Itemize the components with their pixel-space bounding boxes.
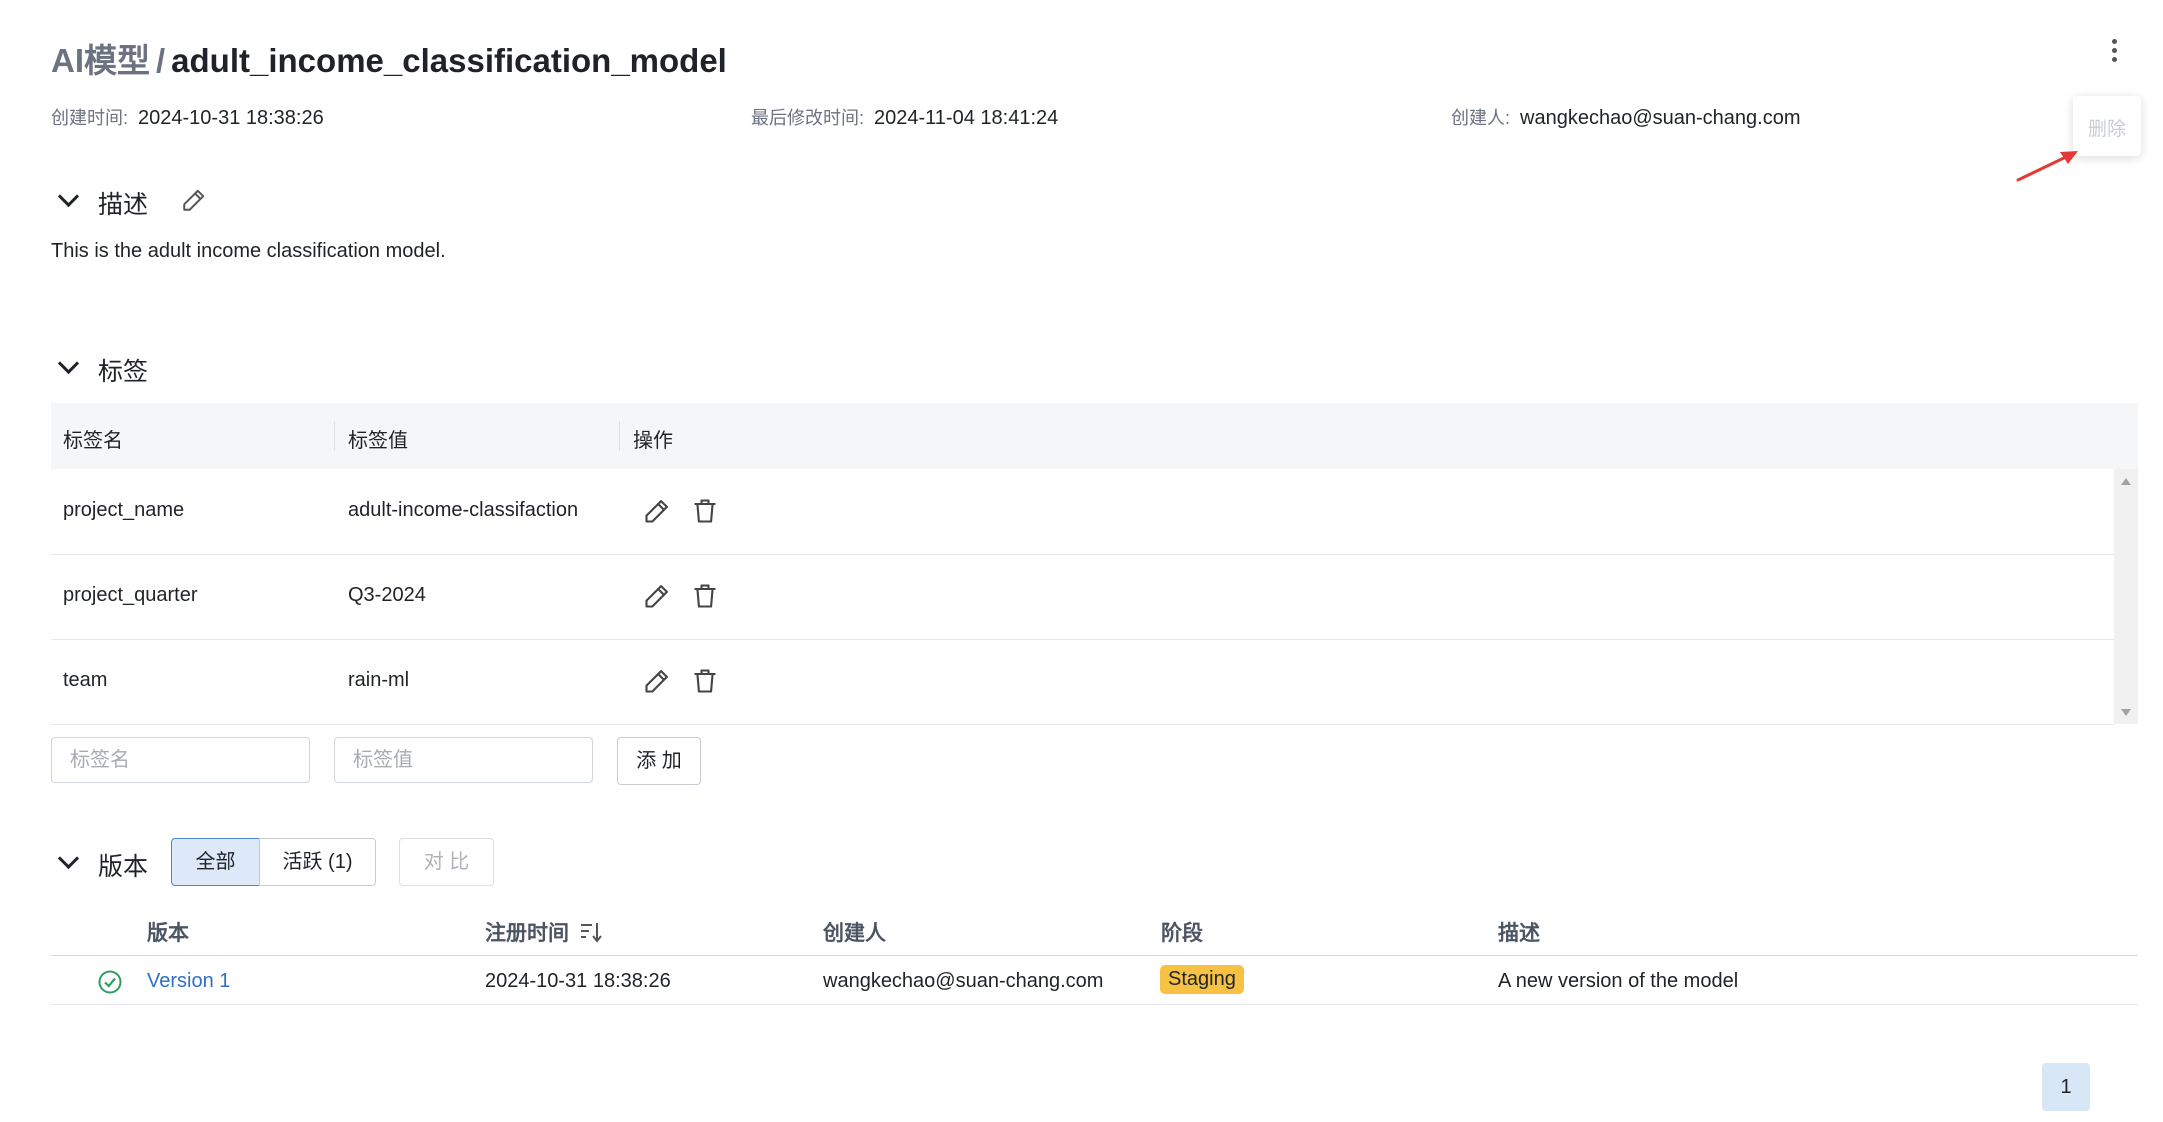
column-header-registered-time[interactable]: 注册时间 bbox=[485, 917, 603, 947]
tags-section-header: 标签 bbox=[51, 352, 251, 386]
created-time: 创建时间: 2024-10-31 18:38:26 bbox=[51, 104, 324, 130]
chevron-down-icon[interactable] bbox=[57, 352, 80, 375]
delete-menu-item[interactable]: 删除 bbox=[2073, 114, 2141, 141]
description-text: This is the adult income classification … bbox=[51, 240, 446, 262]
annotation-arrow-icon bbox=[2016, 151, 2078, 182]
column-header-registered-time-label: 注册时间 bbox=[485, 922, 569, 945]
column-header-tag-name: 标签名 bbox=[63, 430, 123, 452]
chevron-down-icon[interactable] bbox=[57, 847, 80, 870]
tag-name-cell: team bbox=[63, 669, 108, 691]
creator-label: 创建人: bbox=[1451, 108, 1511, 128]
delete-tag-icon[interactable] bbox=[691, 666, 719, 696]
delete-tag-icon[interactable] bbox=[691, 581, 719, 611]
tag-row: project_name adult-income-classifaction bbox=[51, 470, 2114, 555]
column-header-creator: 创建人 bbox=[823, 922, 886, 945]
sort-icon[interactable] bbox=[579, 921, 603, 943]
filter-active-button[interactable]: 活跃 (1) bbox=[259, 838, 376, 886]
column-header-description: 描述 bbox=[1498, 922, 1540, 945]
column-header-tag-value: 标签值 bbox=[348, 430, 408, 452]
tags-table-header: 标签名 标签值 操作 bbox=[51, 403, 2138, 469]
pagination-page-button[interactable]: 1 bbox=[2042, 1063, 2090, 1111]
versions-title: 版本 bbox=[98, 853, 149, 881]
add-tag-button[interactable]: 添 加 bbox=[617, 737, 701, 785]
more-vertical-icon[interactable] bbox=[2101, 36, 2127, 66]
more-menu-popover: 删除 bbox=[2073, 96, 2141, 156]
tag-name-cell: project_name bbox=[63, 499, 185, 521]
tags-scrollbar[interactable] bbox=[2114, 469, 2138, 724]
tag-name-cell: project_quarter bbox=[63, 584, 198, 606]
tag-value-cell: rain-ml bbox=[348, 669, 410, 691]
scroll-down-arrow-icon[interactable] bbox=[2121, 709, 2131, 716]
compare-button[interactable]: 对 比 bbox=[399, 838, 494, 886]
creator-value: wangkechao@suan-chang.com bbox=[1520, 107, 1801, 129]
column-divider bbox=[334, 421, 335, 451]
description-title: 描述 bbox=[98, 191, 149, 219]
chevron-down-icon[interactable] bbox=[57, 185, 80, 208]
created-time-label: 创建时间: bbox=[51, 108, 129, 128]
tag-value-input[interactable] bbox=[334, 737, 593, 783]
page-title: AI模型 / adult_income_classification_model bbox=[51, 34, 727, 82]
registered-time-cell: 2024-10-31 18:38:26 bbox=[485, 970, 671, 992]
tag-row: project_quarter Q3-2024 bbox=[51, 555, 2114, 640]
edit-tag-icon[interactable] bbox=[643, 666, 671, 696]
creator: 创建人: wangkechao@suan-chang.com bbox=[1451, 104, 1800, 130]
description-section-header: 描述 bbox=[51, 185, 251, 219]
model-name: adult_income_classification_model bbox=[171, 42, 727, 79]
check-circle-icon bbox=[98, 970, 122, 994]
created-time-value: 2024-10-31 18:38:26 bbox=[138, 107, 324, 129]
breadcrumb-ai-models[interactable]: AI模型 bbox=[51, 42, 150, 79]
creator-cell: wangkechao@suan-chang.com bbox=[823, 970, 1104, 992]
column-divider bbox=[619, 421, 620, 451]
stage-badge: Staging bbox=[1160, 965, 1244, 994]
delete-tag-icon[interactable] bbox=[691, 496, 719, 526]
breadcrumb-separator: / bbox=[156, 42, 166, 79]
versions-row-divider bbox=[51, 1004, 2138, 1005]
edit-tag-icon[interactable] bbox=[643, 496, 671, 526]
versions-section-header: 版本 bbox=[51, 847, 171, 881]
tag-value-cell: Q3-2024 bbox=[348, 584, 426, 606]
tags-title: 标签 bbox=[98, 358, 149, 386]
filter-all-button[interactable]: 全部 bbox=[171, 838, 260, 886]
edit-tag-icon[interactable] bbox=[643, 581, 671, 611]
version-description-cell: A new version of the model bbox=[1498, 970, 1739, 992]
tag-value-cell: adult-income-classifaction bbox=[348, 499, 579, 521]
edit-description-icon[interactable] bbox=[181, 187, 207, 213]
column-header-stage: 阶段 bbox=[1161, 922, 1203, 945]
tag-row: team rain-ml bbox=[51, 640, 2114, 725]
version-link[interactable]: Version 1 bbox=[147, 970, 230, 993]
column-header-version: 版本 bbox=[147, 922, 189, 945]
modified-time-label: 最后修改时间: bbox=[751, 108, 865, 128]
versions-header-divider bbox=[51, 955, 2138, 956]
tag-name-input[interactable] bbox=[51, 737, 310, 783]
modified-time: 最后修改时间: 2024-11-04 18:41:24 bbox=[751, 104, 1058, 130]
modified-time-value: 2024-11-04 18:41:24 bbox=[874, 107, 1059, 129]
column-header-actions: 操作 bbox=[633, 430, 673, 452]
scroll-up-arrow-icon[interactable] bbox=[2121, 478, 2131, 485]
